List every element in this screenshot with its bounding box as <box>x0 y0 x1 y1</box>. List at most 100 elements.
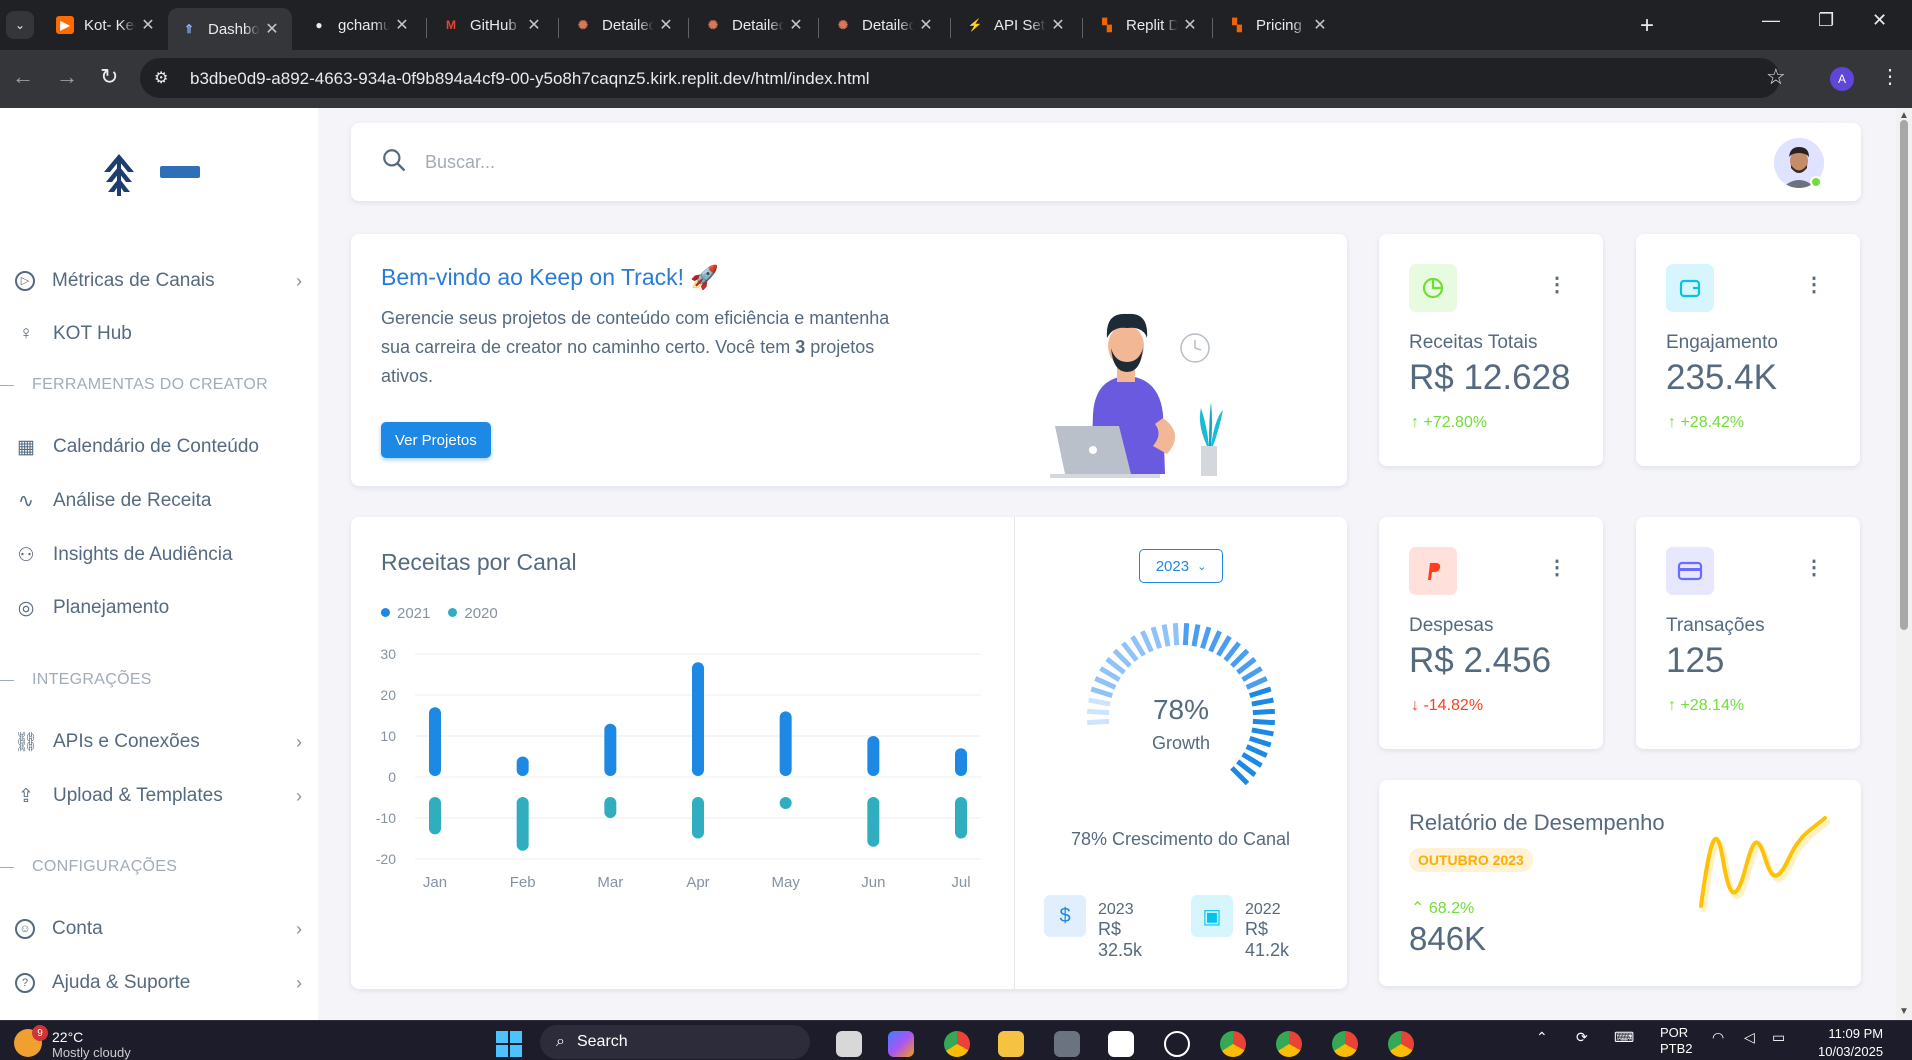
wifi-icon[interactable]: ◠ <box>1712 1029 1724 1046</box>
close-tab-icon[interactable]: ✕ <box>1046 15 1070 35</box>
copilot-icon[interactable] <box>888 1031 914 1057</box>
browser-tab[interactable]: ✺ Detailed Fi✕ <box>562 8 686 42</box>
close-window-icon[interactable]: ✕ <box>1872 10 1887 31</box>
sidebar-item[interactable]: ▦ Calendário de Conteúdo <box>0 427 318 467</box>
weather-temp: 22°C <box>52 1029 84 1045</box>
dollar-icon: $ <box>1044 895 1086 937</box>
bulb-icon: ♀ <box>18 323 34 344</box>
close-tab-icon[interactable]: ✕ <box>522 15 546 35</box>
stat-card: ⋮ Engajamento 235.4K ↑ +28.42% <box>1636 234 1860 466</box>
cursor-app-icon[interactable] <box>1108 1031 1134 1057</box>
tab-title: Dashboard <box>208 20 260 38</box>
chrome-profile-icon[interactable] <box>1276 1031 1302 1057</box>
tab-search-button[interactable]: ⌄ <box>6 11 34 39</box>
close-tab-icon[interactable]: ✕ <box>136 15 160 35</box>
chatgpt-icon[interactable] <box>1164 1031 1190 1057</box>
tab-title: GitHub Co <box>470 16 522 34</box>
close-tab-icon[interactable]: ✕ <box>1308 15 1332 35</box>
restore-icon[interactable]: ❐ <box>1818 10 1834 31</box>
tab-title: Kot- Keep <box>84 16 136 34</box>
chrome-profile-icon[interactable] <box>1220 1031 1246 1057</box>
browser-profile-avatar[interactable]: A <box>1830 67 1854 91</box>
browser-tab[interactable]: ✺ Detailed Pr✕ <box>822 8 946 42</box>
windows-start-icon[interactable] <box>496 1031 522 1060</box>
bar-2020-Jan <box>429 797 441 835</box>
browser-tab[interactable]: ▶ Kot- Keep✕ <box>44 8 168 42</box>
sidebar-item[interactable]: ? Ajuda & Suporte › <box>0 963 318 1003</box>
chrome-active-icon[interactable] <box>1388 1031 1414 1057</box>
tab-title: Detailed Pr <box>862 16 914 34</box>
reload-icon[interactable]: ↻ <box>100 64 118 90</box>
more-options-icon[interactable]: ⋮ <box>1804 555 1824 580</box>
close-tab-icon[interactable]: ✕ <box>784 15 808 35</box>
sidebar-item[interactable]: ♀ KOT Hub <box>0 314 318 354</box>
browser-tab[interactable]: ⇑ Dashboard✕ <box>168 8 292 50</box>
revenue-bar-chart: 30 20 10 0 -10 -20 Jan Feb Mar Apr May Jun Jul <box>376 646 981 891</box>
page-scrollbar[interactable]: ▲ ▼ <box>1896 108 1912 1020</box>
minimize-icon[interactable]: — <box>1762 10 1780 31</box>
chrome-icon[interactable] <box>944 1031 970 1057</box>
summary-year: 2023 <box>1098 901 1134 918</box>
forward-icon[interactable]: → <box>56 64 78 90</box>
browser-tab[interactable]: ▚ Pricing - R✕ <box>1216 8 1340 42</box>
browser-tab[interactable]: ✺ Detailed Pi✕ <box>692 8 816 42</box>
new-tab-button[interactable]: + <box>1640 12 1654 40</box>
bookmark-star-icon[interactable]: ☆ <box>1766 64 1786 90</box>
address-bar[interactable]: ⚙ b3dbe0d9-a892-4663-934a-0f9b894a4cf9-0… <box>140 58 1780 98</box>
weather-widget[interactable]: 9 22°C Mostly cloudy <box>14 1025 131 1060</box>
browser-tab[interactable]: ⚡ API Setting✕ <box>954 8 1078 42</box>
keyboard-icon[interactable]: ⌨ <box>1614 1029 1634 1046</box>
sidebar-item[interactable]: ◎ Planejamento <box>0 588 318 628</box>
view-projects-button[interactable]: Ver Projetos <box>381 422 491 458</box>
tray-sync-icon[interactable]: ⟳ <box>1576 1029 1588 1046</box>
scroll-thumb[interactable] <box>1900 120 1908 630</box>
sidebar-item[interactable]: ∿ Análise de Receita <box>0 481 318 521</box>
task-view-icon[interactable] <box>836 1031 862 1057</box>
target-icon: ◎ <box>17 597 35 619</box>
sidebar-item-label: Upload & Templates <box>53 785 223 806</box>
back-icon[interactable]: ← <box>12 64 34 90</box>
browser-tab[interactable]: ● gchamusca✕ <box>298 8 422 42</box>
browser-tab[interactable]: ▚ Replit Doc✕ <box>1086 8 1210 42</box>
tray-chevron-icon[interactable]: ⌃ <box>1536 1029 1548 1046</box>
more-options-icon[interactable]: ⋮ <box>1547 272 1567 297</box>
youtube-favicon-icon: ▶ <box>56 16 74 34</box>
close-tab-icon[interactable]: ✕ <box>1178 15 1202 35</box>
year-select[interactable]: 2023 ⌄ <box>1139 549 1223 583</box>
gauge-tick <box>1088 697 1111 707</box>
sidebar-item[interactable]: ▷ Métricas de Canais › <box>0 261 318 301</box>
taskbar-search[interactable]: ⌕ Search <box>540 1025 810 1059</box>
upload-icon: ⇪ <box>18 785 34 807</box>
battery-icon[interactable]: ▭ <box>1772 1029 1785 1046</box>
sidebar-item[interactable]: ⚇ Insights de Audiência <box>0 535 318 575</box>
sidebar-item[interactable]: ⇪ Upload & Templates › <box>0 776 318 816</box>
stat-value: R$ 2.456 <box>1409 641 1552 680</box>
gauge-tick <box>1252 708 1275 716</box>
url-text[interactable]: b3dbe0d9-a892-4663-934a-0f9b894a4cf9-00-… <box>190 69 870 89</box>
gauge-tick <box>1094 676 1117 690</box>
language-indicator[interactable]: POR PTB2 <box>1660 1025 1693 1057</box>
line-chart-icon: ∿ <box>18 490 34 512</box>
browser-menu-icon[interactable]: ⋮ <box>1880 64 1900 89</box>
site-info-icon[interactable]: ⚙ <box>154 68 168 88</box>
calculator-icon[interactable] <box>1054 1031 1080 1057</box>
scroll-down-icon[interactable]: ▼ <box>1899 1006 1909 1017</box>
sidebar-section-header: INTEGRAÇÕES <box>0 671 152 689</box>
more-options-icon[interactable]: ⋮ <box>1804 272 1824 297</box>
close-tab-icon[interactable]: ✕ <box>914 15 938 35</box>
file-explorer-icon[interactable] <box>998 1031 1024 1057</box>
sidebar-item[interactable]: ⛓ APIs e Conexões › <box>0 722 318 762</box>
app-logo-icon[interactable] <box>100 152 138 203</box>
close-tab-icon[interactable]: ✕ <box>654 15 678 35</box>
stat-trend: ↑ +72.80% <box>1411 414 1488 431</box>
user-circle-icon: ☺ <box>15 919 35 939</box>
system-clock[interactable]: 11:09 PM 10/03/2025 <box>1818 1025 1883 1060</box>
search-input[interactable] <box>425 147 675 177</box>
sidebar-item[interactable]: ☺ Conta › <box>0 909 318 949</box>
close-tab-icon[interactable]: ✕ <box>390 15 414 35</box>
chrome-profile-icon[interactable] <box>1332 1031 1358 1057</box>
browser-tab[interactable]: M GitHub Co✕ <box>430 8 554 42</box>
volume-icon[interactable]: ◁ <box>1744 1029 1755 1046</box>
close-tab-icon[interactable]: ✕ <box>260 19 284 39</box>
more-options-icon[interactable]: ⋮ <box>1547 555 1567 580</box>
